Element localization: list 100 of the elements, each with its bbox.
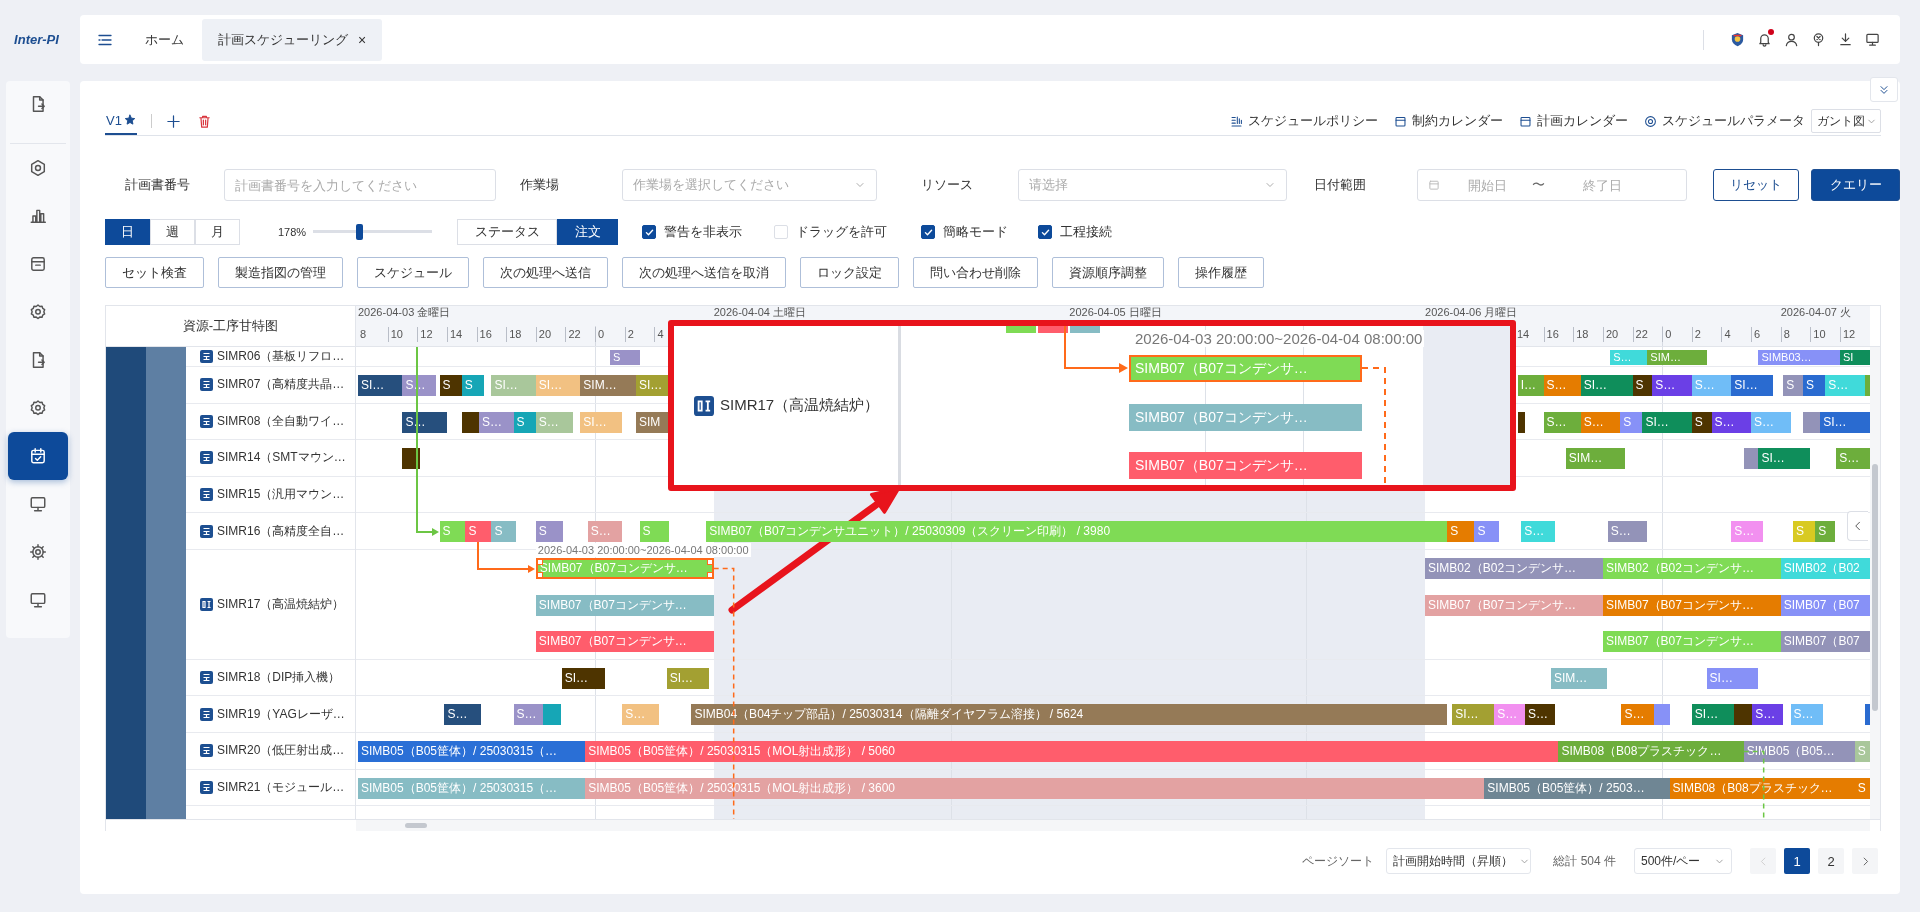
task-bar[interactable]: S [465,521,492,543]
action-button[interactable]: セット検査 [105,257,204,288]
task-bar[interactable]: SI… [580,411,623,433]
nav-tab[interactable]: 計画スケジューリング × [202,18,383,61]
date-input[interactable]: 開始日 [1468,177,1528,193]
task-bar[interactable]: S… [1752,704,1784,726]
task-bar[interactable]: SI… [1580,375,1633,396]
user-icon[interactable] [1784,32,1799,47]
nav-item[interactable] [8,432,68,480]
mode-tab[interactable]: ステータス [457,219,557,245]
action-button[interactable]: 次の処理へ送信を取消 [622,257,786,288]
toolbar-link[interactable]: 制約カレンダー [1394,112,1503,130]
task-bar[interactable]: S [439,521,466,543]
page-size-select[interactable]: 500件/ペー [1634,848,1732,874]
task-bar[interactable] [1517,411,1526,433]
nav-tab[interactable]: ホーム [133,18,196,61]
task-bar[interactable]: S [1474,521,1500,543]
task-bar[interactable]: S… [402,411,447,433]
action-button[interactable]: ロック設定 [800,257,899,288]
task-bar[interactable]: SI… [561,667,605,689]
task-bar[interactable]: S [491,521,517,543]
task-bar[interactable]: SIMB08（B08プラスチック… [1558,740,1744,762]
task-bar[interactable]: SIMB05（B05筐体）/ 25030315（… [358,740,586,762]
task-bar[interactable]: S… [1607,521,1648,543]
delete-button[interactable] [196,113,212,129]
task-bar[interactable]: SIM… [580,375,636,396]
task-bar[interactable]: S… [1610,350,1648,365]
task-bar[interactable]: S… [1731,521,1764,543]
scrollbar[interactable] [356,820,1870,831]
bell-icon[interactable] [1757,32,1772,47]
task-bar[interactable]: SIMB03… [1758,350,1840,365]
task-bar[interactable]: S… [1580,411,1621,433]
task-bar[interactable]: S… [444,704,482,726]
task-bar[interactable]: SIM… [1565,448,1626,470]
task-bar[interactable]: S [1815,521,1836,543]
task-bar[interactable]: SIMB05（B05筐体）/ 25030315（… [358,777,586,799]
task-bar[interactable]: S [439,375,462,396]
task-bar[interactable]: SIMB07（B07コンデンサ… [1602,631,1781,653]
task-bar[interactable]: S… [513,704,544,726]
query-button[interactable]: クエリー [1811,169,1900,201]
task-bar[interactable]: SI… [1691,704,1734,726]
task-bar[interactable]: SI… [666,667,709,689]
task-bar[interactable]: S… [622,704,660,726]
task-bar[interactable]: S [639,521,670,543]
task-bar[interactable]: SIMB07（B07コンデンサ… [535,594,714,616]
scrollbar[interactable] [1870,347,1880,819]
task-bar[interactable] [1864,704,1870,726]
task-bar[interactable]: S… [1790,704,1823,726]
task-bar[interactable]: SIMB07（B07コンデンサ… [535,557,714,579]
task-bar[interactable]: SIMB07（B07コンデンサ… [1602,594,1781,616]
task-bar[interactable]: S… [1543,375,1581,396]
task-bar[interactable]: S… [479,411,514,433]
task-bar[interactable]: SIMB05（B05筐体）/ 25030315（MOL射出成形） / 5060 [585,740,1559,762]
emblem-icon[interactable] [1730,32,1745,47]
add-button[interactable] [165,113,181,129]
task-bar[interactable]: S… [535,411,573,433]
select-field[interactable]: 请选择 [1018,169,1287,201]
task-bar[interactable]: I… [1517,375,1544,396]
select-field[interactable]: 作業場を選択してください [622,169,877,201]
close-button[interactable]: × [358,31,367,48]
mode-tab[interactable]: 注文 [557,219,618,245]
task-bar[interactable]: SIMB07（B07コンデンサ… [535,631,714,653]
task-bar[interactable]: S… [1836,448,1870,470]
view-select[interactable]: ガント図 [1811,109,1881,133]
task-bar[interactable]: S… [1621,704,1654,726]
task-bar[interactable]: SI… [1731,375,1774,396]
task-bar[interactable]: SI… [358,375,403,396]
toolbar-link[interactable]: スケジュールパラメータ [1644,112,1805,130]
task-bar[interactable]: SIMB07（B07コンデンサ… [1425,594,1603,616]
checkbox[interactable] [642,225,656,239]
task-bar[interactable]: S… [1711,411,1752,433]
task-bar[interactable]: SIM… [1647,350,1707,365]
reset-button[interactable]: リセット [1713,169,1799,201]
task-bar[interactable]: S… [1691,375,1732,396]
task-bar[interactable]: S [609,350,640,365]
task-bar[interactable]: SIMB07（B07 [1780,631,1870,653]
task-bar[interactable]: SIMB02（B02コンデンサ… [1602,557,1781,579]
action-button[interactable]: 資源順序調整 [1052,257,1164,288]
location-pin-icon[interactable] [1811,32,1826,47]
task-bar[interactable]: S… [587,521,623,543]
task-bar[interactable]: SIMB02（B02コンデンサ… [1425,557,1603,579]
date-input[interactable]: 終了日 [1583,177,1643,193]
task-bar[interactable]: SIMB05（B05筐体）/ 25030315（MOL射出成形） / 3600 [585,777,1485,799]
task-bar[interactable]: SIM… [1551,667,1607,689]
task-bar[interactable]: SIMB02（B02 [1780,557,1870,579]
task-bar[interactable]: SI… [1820,411,1870,433]
task-bar[interactable]: SI… [535,375,581,396]
task-bar[interactable]: S… [1825,375,1865,396]
task-bar[interactable]: SI… [1706,667,1759,689]
action-button[interactable]: 操作履歴 [1178,257,1264,288]
download-icon[interactable] [1838,32,1853,47]
task-bar[interactable]: S… [1543,411,1581,433]
task-bar[interactable]: S [1802,375,1826,396]
task-bar[interactable]: SIMB04（B04チップ部品）/ 25030314（隔離ダイヤフラム溶接） / 5624 [691,704,1448,726]
date-range-field[interactable]: 開始日 〜 終了日 [1417,169,1687,201]
task-bar[interactable]: SI… [1758,448,1811,470]
action-button[interactable]: 次の処理へ送信 [483,257,608,288]
task-bar[interactable]: SI… [1452,704,1495,726]
version-tab[interactable]: V1 [105,107,137,135]
task-bar[interactable]: SI… [491,375,536,396]
